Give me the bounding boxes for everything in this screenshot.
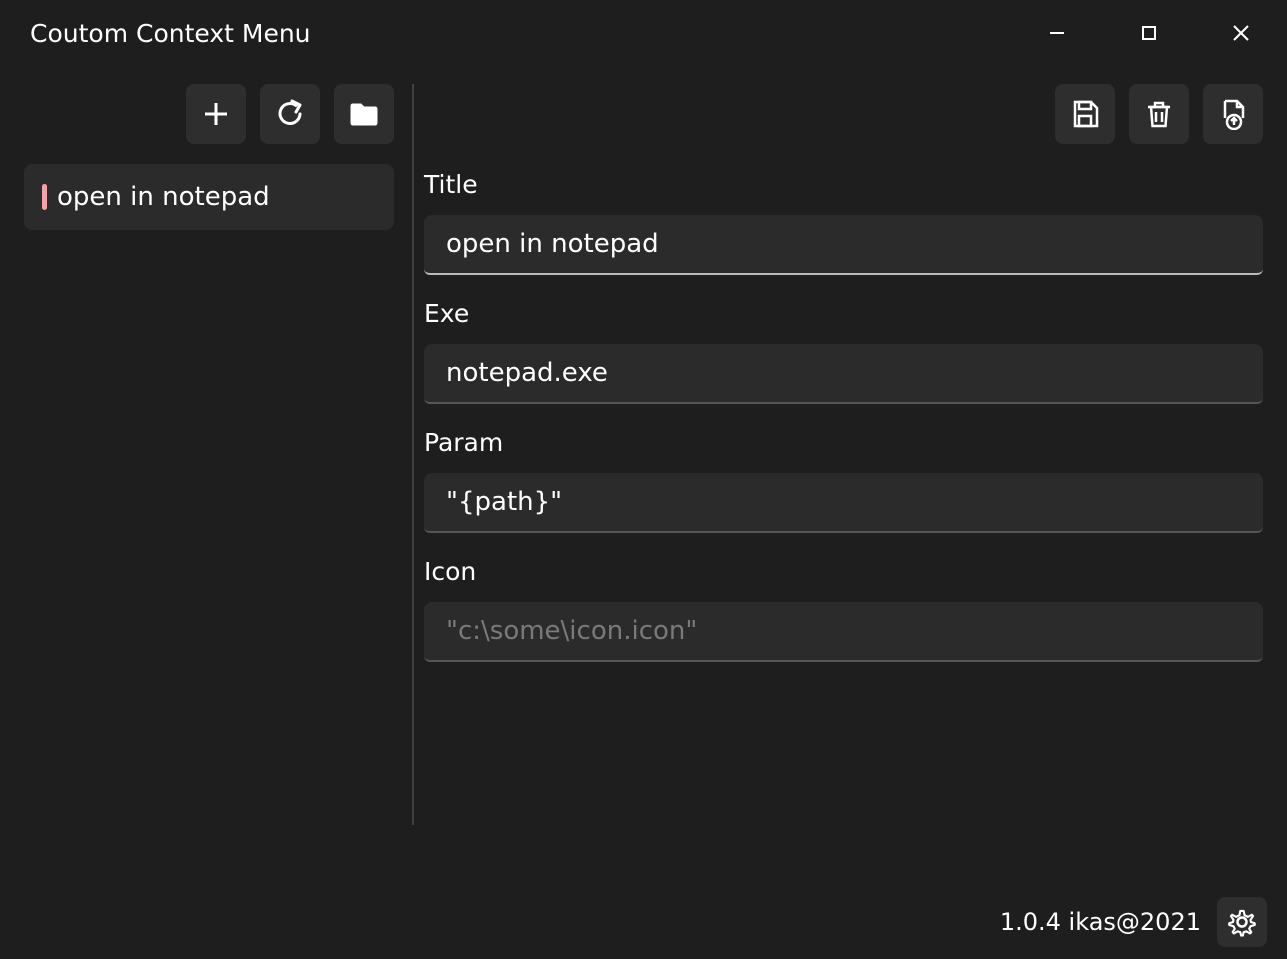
menu-list: open in notepad (24, 164, 394, 230)
minimize-button[interactable] (1011, 0, 1103, 66)
add-button[interactable] (186, 84, 246, 144)
icon-field: Icon (424, 557, 1263, 662)
selection-indicator (42, 184, 47, 210)
open-button[interactable] (334, 84, 394, 144)
exe-field: Exe (424, 299, 1263, 404)
list-item-label: open in notepad (57, 182, 270, 212)
file-upload-icon (1217, 98, 1249, 130)
exe-input[interactable] (424, 344, 1263, 404)
footer: 1.0.4 ikas@2021 (0, 895, 1287, 959)
maximize-icon (1140, 24, 1158, 42)
list-item[interactable]: open in notepad (24, 164, 394, 230)
trash-icon (1143, 98, 1175, 130)
window-title: Coutom Context Menu (30, 19, 311, 48)
main-panel: Title Exe Param Icon (414, 66, 1287, 895)
settings-button[interactable] (1217, 897, 1267, 947)
plus-icon (201, 99, 231, 129)
param-input[interactable] (424, 473, 1263, 533)
gear-icon (1226, 906, 1258, 938)
close-button[interactable] (1195, 0, 1287, 66)
minimize-icon (1048, 24, 1066, 42)
form: Title Exe Param Icon (424, 144, 1263, 662)
param-label: Param (424, 428, 1263, 457)
refresh-button[interactable] (260, 84, 320, 144)
refresh-icon (274, 98, 306, 130)
icon-input[interactable] (424, 602, 1263, 662)
main-toolbar (424, 84, 1263, 144)
close-icon (1231, 23, 1251, 43)
save-button[interactable] (1055, 84, 1115, 144)
param-field: Param (424, 428, 1263, 533)
exe-label: Exe (424, 299, 1263, 328)
footer-text: 1.0.4 ikas@2021 (1000, 908, 1201, 936)
maximize-button[interactable] (1103, 0, 1195, 66)
sidebar: open in notepad (0, 66, 412, 895)
sidebar-toolbar (24, 84, 394, 144)
window-controls (1011, 0, 1287, 66)
save-icon (1069, 98, 1101, 130)
export-button[interactable] (1203, 84, 1263, 144)
title-field: Title (424, 170, 1263, 275)
title-bar: Coutom Context Menu (0, 0, 1287, 66)
content: open in notepad Title Exe (0, 66, 1287, 895)
icon-label: Icon (424, 557, 1263, 586)
title-input[interactable] (424, 215, 1263, 275)
delete-button[interactable] (1129, 84, 1189, 144)
folder-icon (347, 97, 381, 131)
title-label: Title (424, 170, 1263, 199)
